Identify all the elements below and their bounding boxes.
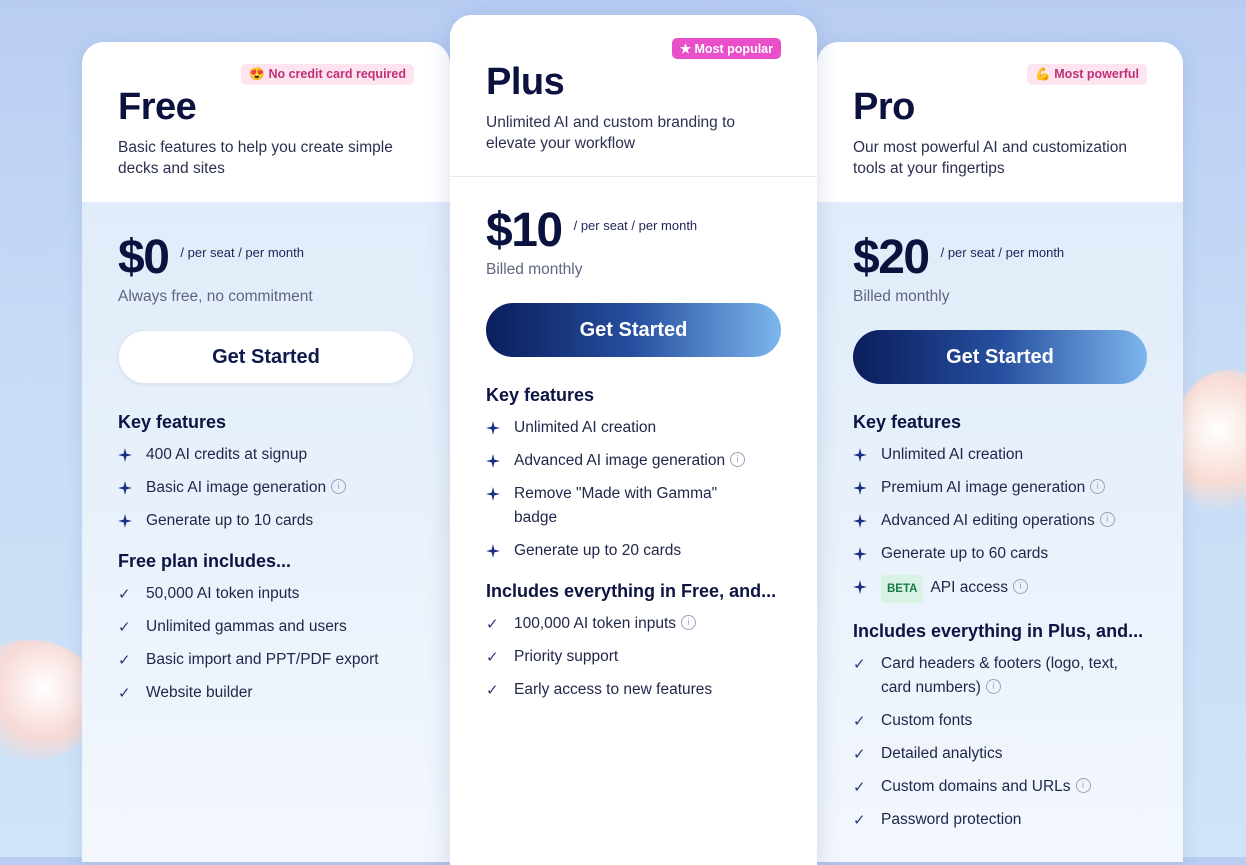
includes-list: ✓ 50,000 AI token inputs ✓ Unlimited gamma…	[118, 582, 414, 705]
list-item: ✓ Detailed analytics	[853, 742, 1147, 766]
badge-no-credit-card: 😍 No credit card required	[241, 64, 414, 85]
billing-note: Billed monthly	[853, 288, 950, 305]
info-icon[interactable]: i	[1090, 479, 1106, 495]
sparkle-icon	[853, 514, 867, 528]
plan-price: $0	[118, 231, 170, 284]
list-item: ✓ Custom domains and URLs i	[853, 775, 1147, 799]
includes-heading: Includes everything in Free, and...	[486, 581, 777, 601]
list-item: ✓ 100,000 AI token inputs i	[486, 612, 781, 636]
plan-description: Basic features to help you create simple…	[118, 139, 393, 177]
list-item: Basic AI image generation i	[118, 476, 414, 500]
list-item: Generate up to 60 cards	[853, 542, 1147, 566]
check-icon: ✓	[853, 811, 866, 829]
list-item: Generate up to 20 cards	[486, 539, 781, 563]
key-features-list: 400 AI credits at signup Basic AI image …	[118, 443, 414, 533]
includes-heading: Includes everything in Plus, and...	[853, 621, 1144, 641]
sparkle-icon	[853, 547, 867, 561]
sparkle-icon	[118, 448, 132, 462]
sparkle-icon	[853, 481, 867, 495]
info-icon[interactable]: i	[1012, 579, 1028, 595]
plan-description: Our most powerful AI and customization t…	[853, 139, 1127, 177]
sparkle-icon	[853, 448, 867, 462]
list-item: BETA API access i	[853, 575, 1147, 603]
check-icon: ✓	[118, 684, 131, 702]
check-icon: ✓	[486, 648, 499, 666]
badge-most-popular: ★ Most popular	[671, 38, 781, 59]
plan-header-pro: 💪 Most powerful Pro Our most powerful AI…	[817, 42, 1183, 202]
plan-card-pro: 💪 Most powerful Pro Our most powerful AI…	[817, 42, 1183, 862]
info-icon[interactable]: i	[681, 615, 697, 631]
check-icon: ✓	[486, 615, 499, 633]
list-item: ✓ Custom fonts	[853, 709, 1147, 733]
list-item: ✓ Basic import and PPT/PDF export	[118, 648, 414, 672]
key-features-list: Unlimited AI creation Premium AI image g…	[853, 443, 1147, 603]
list-item: ✓ Password protection	[853, 808, 1147, 832]
includes-list: ✓ 100,000 AI token inputs i ✓ Priority supp…	[486, 612, 781, 702]
list-item: ✓ Card headers & footers (logo, text, car…	[853, 652, 1147, 700]
check-icon: ✓	[853, 778, 866, 796]
plan-header-free: 😍 No credit card required Free Basic fea…	[82, 42, 450, 202]
key-features-heading: Key features	[118, 412, 227, 432]
billing-note: Always free, no commitment	[118, 288, 313, 305]
info-icon[interactable]: i	[1099, 512, 1115, 528]
plan-title: Plus	[486, 61, 565, 103]
sparkle-icon	[486, 487, 500, 501]
list-item: Unlimited AI creation	[853, 443, 1147, 467]
sparkle-icon	[486, 544, 500, 558]
info-icon[interactable]: i	[985, 679, 1001, 695]
list-item: Generate up to 10 cards	[118, 509, 414, 533]
list-item: ✓ Early access to new features	[486, 678, 781, 702]
info-icon[interactable]: i	[1075, 778, 1091, 794]
includes-heading: Free plan includes...	[118, 551, 292, 571]
list-item: ✓ Priority support	[486, 645, 781, 669]
plan-card-plus: ★ Most popular Plus Unlimited AI and cus…	[450, 15, 817, 865]
sparkle-icon	[118, 481, 132, 495]
check-icon: ✓	[486, 681, 499, 699]
check-icon: ✓	[853, 655, 866, 673]
price-period: / per seat / per month	[940, 245, 1065, 260]
list-item: ✓ 50,000 AI token inputs	[118, 582, 414, 606]
check-icon: ✓	[118, 618, 131, 636]
check-icon: ✓	[118, 585, 131, 603]
billing-note: Billed monthly	[486, 261, 583, 278]
plan-price: $10	[486, 204, 563, 257]
list-item: Premium AI image generation i	[853, 476, 1147, 500]
plan-title: Free	[118, 86, 197, 128]
sparkle-icon	[853, 580, 867, 594]
includes-list: ✓ Card headers & footers (logo, text, car…	[853, 652, 1147, 832]
list-item: Unlimited AI creation	[486, 416, 781, 440]
list-item: Advanced AI editing operations i	[853, 509, 1147, 533]
sparkle-icon	[118, 514, 132, 528]
plan-title: Pro	[853, 86, 915, 128]
list-item: ✓ Unlimited gammas and users	[118, 615, 414, 639]
list-item: Advanced AI image generation i	[486, 449, 781, 473]
info-icon[interactable]: i	[730, 452, 746, 468]
list-item: 400 AI credits at signup	[118, 443, 414, 467]
key-features-heading: Key features	[853, 412, 962, 432]
check-icon: ✓	[118, 651, 131, 669]
price-period: / per seat / per month	[573, 218, 698, 233]
check-icon: ✓	[853, 712, 866, 730]
plan-header-plus: ★ Most popular Plus Unlimited AI and cus…	[450, 15, 817, 177]
price-period: / per seat / per month	[180, 245, 304, 260]
sparkle-icon	[486, 454, 500, 468]
get-started-button[interactable]: Get Started	[118, 330, 414, 384]
plan-price: $20	[853, 231, 930, 284]
get-started-button[interactable]: Get Started	[486, 303, 781, 357]
badge-most-powerful: 💪 Most powerful	[1027, 64, 1147, 85]
list-item: Remove "Made with Gamma" badge	[486, 482, 781, 530]
check-icon: ✓	[853, 745, 866, 763]
info-icon[interactable]: i	[331, 479, 347, 495]
plan-card-free: 😍 No credit card required Free Basic fea…	[82, 42, 450, 862]
beta-badge: BETA	[881, 575, 924, 603]
list-item: ✓ Website builder	[118, 681, 414, 705]
key-features-list: Unlimited AI creation Advanced AI image …	[486, 416, 781, 563]
plan-description: Unlimited AI and custom branding to elev…	[486, 114, 735, 152]
key-features-heading: Key features	[486, 385, 595, 405]
sparkle-icon	[486, 421, 500, 435]
get-started-button[interactable]: Get Started	[853, 330, 1147, 384]
